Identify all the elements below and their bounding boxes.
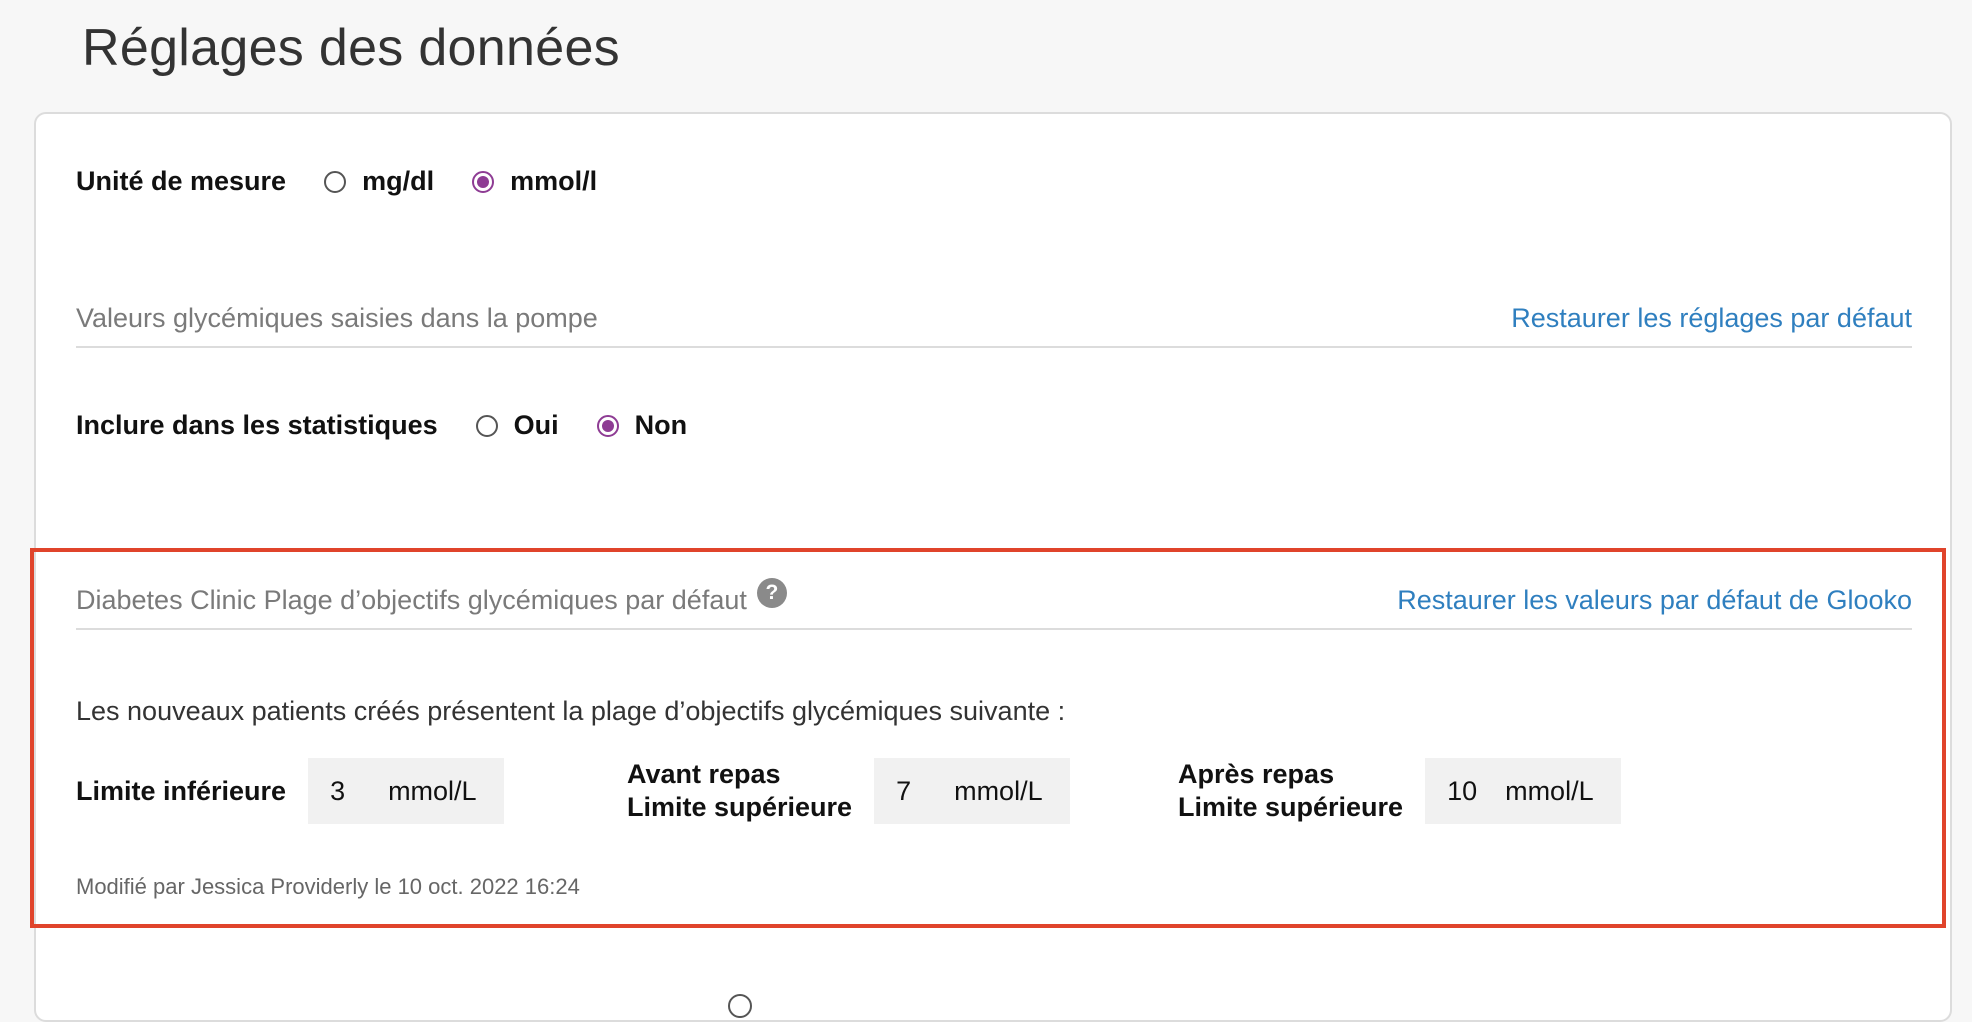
pump-section-title: Valeurs glycémiques saisies dans la pomp…	[76, 303, 598, 333]
target-section-title-wrap: Diabetes Clinic Plage d’objectifs glycém…	[76, 577, 787, 616]
restore-defaults-link[interactable]: Restaurer les réglages par défaut	[1511, 303, 1912, 334]
mmoll-radio[interactable]	[472, 170, 495, 193]
after-meal-input[interactable]: 10 mmol/L	[1425, 758, 1622, 824]
units-row: Unité de mesure mg/dl mmol/l	[76, 166, 597, 197]
after-meal-group: Après repas Limite supérieure 10 mmol/L	[1178, 758, 1622, 824]
stats-row: Inclure dans les statistiques Oui Non	[76, 410, 687, 441]
after-meal-label-line1: Après repas	[1178, 759, 1335, 789]
restore-glooko-defaults-link[interactable]: Restaurer les valeurs par défaut de Gloo…	[1397, 585, 1912, 616]
lower-limit-unit: mmol/L	[388, 775, 477, 806]
units-option-mmoll[interactable]: mmol/l	[472, 166, 597, 197]
question-circle-icon[interactable]: ?	[756, 577, 787, 608]
before-meal-label: Avant repas Limite supérieure	[627, 758, 852, 824]
oui-radio[interactable]	[475, 414, 498, 437]
non-radio[interactable]	[596, 414, 619, 437]
stats-option-non[interactable]: Non	[596, 410, 688, 441]
units-label: Unité de mesure	[76, 166, 287, 196]
non-radio-label: Non	[634, 410, 688, 440]
page-title: Réglages des données	[82, 19, 620, 77]
stats-option-oui[interactable]: Oui	[475, 410, 559, 441]
after-meal-value: 10	[1447, 775, 1478, 806]
lower-limit-value: 3	[330, 775, 346, 806]
mmoll-radio-label: mmol/l	[510, 166, 598, 196]
before-meal-input[interactable]: 7 mmol/L	[874, 758, 1071, 824]
lower-limit-label: Limite inférieure	[76, 775, 287, 806]
modified-info: Modifié par Jessica Providerly le 10 oct…	[76, 874, 580, 899]
mgdl-radio[interactable]	[324, 170, 347, 193]
lower-limit-input[interactable]: 3 mmol/L	[308, 758, 505, 824]
after-meal-label-line2: Limite supérieure	[1178, 792, 1404, 822]
before-meal-label-line1: Avant repas	[627, 759, 781, 789]
target-description: Les nouveaux patients créés présentent l…	[76, 696, 1066, 726]
lower-limit-group: Limite inférieure 3 mmol/L	[76, 758, 505, 824]
before-meal-value: 7	[896, 775, 912, 806]
stats-label: Inclure dans les statistiques	[76, 410, 438, 440]
units-option-mgdl[interactable]: mg/dl	[324, 166, 434, 197]
after-meal-label: Après repas Limite supérieure	[1178, 758, 1403, 824]
after-meal-unit: mmol/L	[1505, 775, 1594, 806]
before-meal-group: Avant repas Limite supérieure 7 mmol/L	[627, 758, 1071, 824]
target-section-title: Diabetes Clinic Plage d’objectifs glycém…	[76, 585, 747, 615]
pump-section-header: Valeurs glycémiques saisies dans la pomp…	[76, 296, 1912, 348]
partial-radio[interactable]	[728, 994, 752, 1018]
before-meal-unit: mmol/L	[954, 775, 1043, 806]
before-meal-label-line2: Limite supérieure	[627, 792, 853, 822]
oui-radio-label: Oui	[513, 410, 559, 440]
mgdl-radio-label: mg/dl	[362, 166, 435, 196]
target-section-header: Diabetes Clinic Plage d’objectifs glycém…	[76, 574, 1912, 630]
